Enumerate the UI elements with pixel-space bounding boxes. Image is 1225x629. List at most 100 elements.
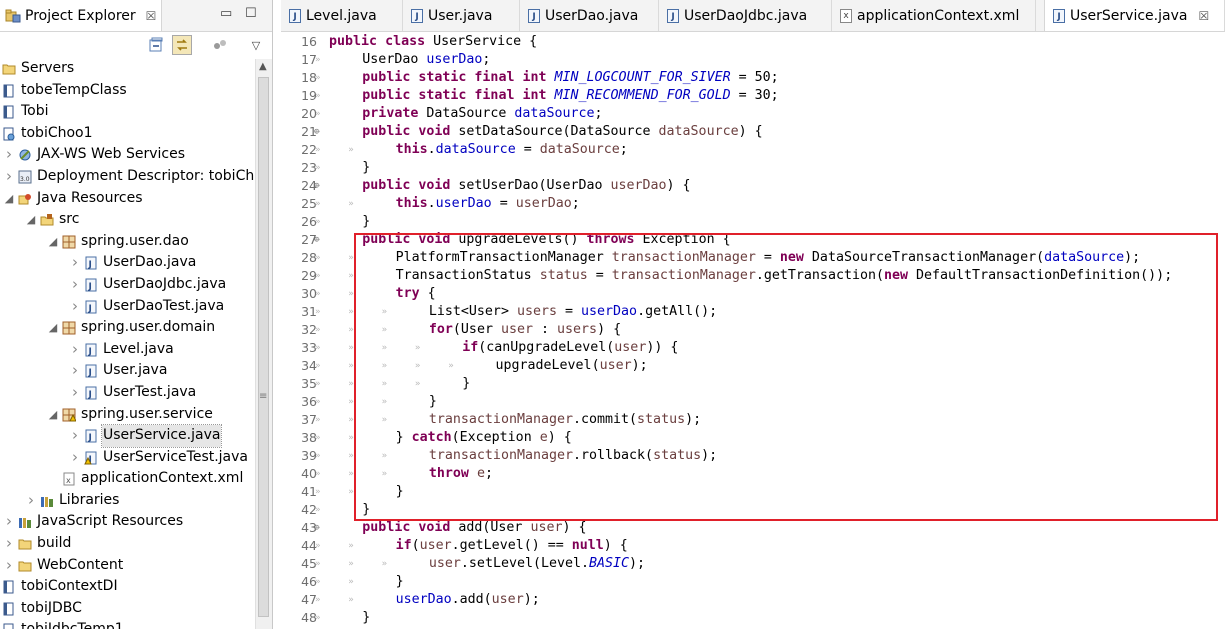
tree-item[interactable]: Servers: [0, 58, 255, 80]
tree-item[interactable]: › JavaScript Resources: [0, 511, 255, 533]
chevron-right-icon[interactable]: ›: [4, 511, 14, 533]
tree-item[interactable]: › WebContent: [0, 555, 255, 577]
tree-item[interactable]: ◢ spring.user.domain: [0, 317, 255, 339]
tab-project-explorer[interactable]: Project Explorer ☒: [0, 0, 162, 31]
chevron-down-icon[interactable]: ◢: [26, 209, 36, 231]
chevron-down-icon[interactable]: ◢: [4, 188, 14, 210]
tree-item[interactable]: tobiJdbcTemp1: [0, 619, 255, 629]
code-token: user: [614, 340, 647, 355]
whitespace-marker-icon: »: [348, 559, 354, 569]
tree-item[interactable]: › JAX-WS Web Services: [0, 144, 255, 166]
view-menu-chevron-icon[interactable]: ▽: [246, 35, 266, 55]
editor-tab[interactable]: J User.java: [403, 0, 520, 31]
chevron-right-icon[interactable]: ›: [70, 425, 80, 447]
editor-tab[interactable]: J UserService.java ☒: [1044, 0, 1225, 31]
code-token: user: [500, 322, 533, 337]
code-token: new: [779, 250, 804, 265]
code-line: 21 ⊖» public void setDataSource(DataSource…: [281, 123, 1225, 141]
tree-item[interactable]: ◢ src: [0, 209, 255, 231]
whitespace-marker-icon: »: [348, 577, 354, 587]
close-icon[interactable]: ☒: [146, 9, 157, 23]
tree-item[interactable]: › Libraries: [0, 490, 255, 512]
code-text: }: [362, 213, 370, 231]
tree-item[interactable]: ◢ spring.user.service: [0, 404, 255, 426]
chevron-right-icon[interactable]: ›: [4, 166, 14, 188]
tree-item[interactable]: › J UserTest.java: [0, 382, 255, 404]
chevron-right-icon[interactable]: ›: [70, 274, 80, 296]
tree-item[interactable]: ◢ spring.user.dao: [0, 231, 255, 253]
code-text: public void setUserDao(UserDao userDao) …: [362, 177, 690, 195]
minimize-icon[interactable]: ▭: [220, 6, 232, 21]
code-token: e: [476, 466, 485, 481]
chevron-right-icon[interactable]: ›: [70, 360, 80, 382]
code-area[interactable]: 16 public class UserService {17 » UserDao u…: [281, 33, 1225, 627]
code-token: ) {: [562, 520, 587, 535]
code-token: public: [362, 520, 411, 535]
tree-item-label: UserDaoJdbc.java: [103, 275, 227, 292]
chevron-down-icon[interactable]: ◢: [48, 231, 58, 253]
tree-item[interactable]: Tobi: [0, 101, 255, 123]
svg-text:J: J: [88, 347, 92, 357]
chevron-down-icon[interactable]: ◢: [48, 317, 58, 339]
code-token: (canUpgradeLevel(: [478, 340, 615, 355]
tree-item[interactable]: tobeTempClass: [0, 80, 255, 102]
tree-item[interactable]: › J UserServiceTest.java: [0, 447, 255, 469]
tree-item[interactable]: x applicationContext.xml: [0, 468, 255, 490]
code-text: this.dataSource = dataSource;: [396, 141, 628, 159]
code-token: transactionManager: [611, 268, 756, 283]
whitespace-marker-icon: »: [381, 325, 388, 335]
project-icon: [2, 602, 16, 616]
code-token: for: [428, 322, 453, 337]
editor-tab[interactable]: J UserDaoJdbc.java: [659, 0, 832, 31]
tree-item[interactable]: tobiChoo1: [0, 123, 255, 145]
chevron-right-icon[interactable]: ›: [70, 339, 80, 361]
line-number: 18: [301, 70, 317, 85]
chevron-right-icon[interactable]: ›: [4, 555, 14, 577]
chevron-right-icon[interactable]: ›: [70, 382, 80, 404]
whitespace-marker-icon: »: [315, 253, 321, 263]
code-token: = 50;: [730, 70, 779, 85]
editor-tab[interactable]: x applicationContext.xml: [832, 0, 1036, 31]
chevron-right-icon[interactable]: ›: [4, 533, 14, 555]
code-token: =: [587, 268, 612, 283]
tree-item[interactable]: › J UserDaoTest.java: [0, 296, 255, 318]
chevron-down-icon[interactable]: ◢: [48, 404, 58, 426]
chevron-right-icon[interactable]: ›: [70, 252, 80, 274]
code-line: 42»}: [281, 501, 1225, 519]
view-menu-dots-icon[interactable]: [210, 35, 230, 55]
tree-item[interactable]: › J Level.java: [0, 339, 255, 361]
tree-item[interactable]: › build: [0, 533, 255, 555]
explorer-scrollbar[interactable]: ▲ ≡: [255, 59, 272, 629]
scroll-thumb[interactable]: [258, 77, 269, 617]
scroll-up-icon[interactable]: ▲: [259, 61, 267, 72]
tree-item[interactable]: › J User.java: [0, 360, 255, 382]
editor-tab[interactable]: J UserDao.java: [520, 0, 659, 31]
whitespace-marker-icon: »: [315, 613, 321, 623]
tree-item[interactable]: ◢ Java Resources: [0, 188, 255, 210]
whitespace-marker-icon: »: [315, 487, 321, 497]
chevron-right-icon[interactable]: ›: [4, 144, 14, 166]
collapse-all-icon: [149, 37, 163, 52]
whitespace-marker-icon: »: [315, 505, 321, 515]
collapse-all-button[interactable]: [146, 35, 166, 55]
tree-item[interactable]: › J UserService.java: [0, 424, 255, 448]
tree-item[interactable]: › J UserDao.java: [0, 252, 255, 274]
java-file-icon: J: [528, 8, 540, 23]
editor-tab[interactable]: J Level.java: [281, 0, 403, 31]
tree-item[interactable]: tobiContextDI: [0, 576, 255, 598]
link-with-editor-button[interactable]: [172, 35, 192, 55]
close-icon[interactable]: ☒: [1198, 9, 1209, 23]
maximize-icon[interactable]: ☐: [245, 6, 257, 21]
tree-item[interactable]: › 3.0 Deployment Descriptor: tobiChoo1: [0, 166, 272, 188]
tree-item[interactable]: tobiJDBC: [0, 598, 255, 620]
web-project-icon: [2, 127, 16, 141]
chevron-right-icon[interactable]: ›: [70, 296, 80, 318]
code-token: =: [491, 196, 516, 211]
code-line: 20» private DataSource dataSource;: [281, 105, 1225, 123]
tree-item-label: tobiContextDI: [21, 578, 118, 595]
chevron-right-icon[interactable]: ›: [26, 490, 36, 512]
tree-item-label: tobeTempClass: [21, 81, 127, 98]
whitespace-marker-icon: »: [315, 199, 321, 209]
chevron-right-icon[interactable]: ›: [70, 447, 80, 469]
tree-item[interactable]: › J UserDaoJdbc.java: [0, 274, 255, 296]
